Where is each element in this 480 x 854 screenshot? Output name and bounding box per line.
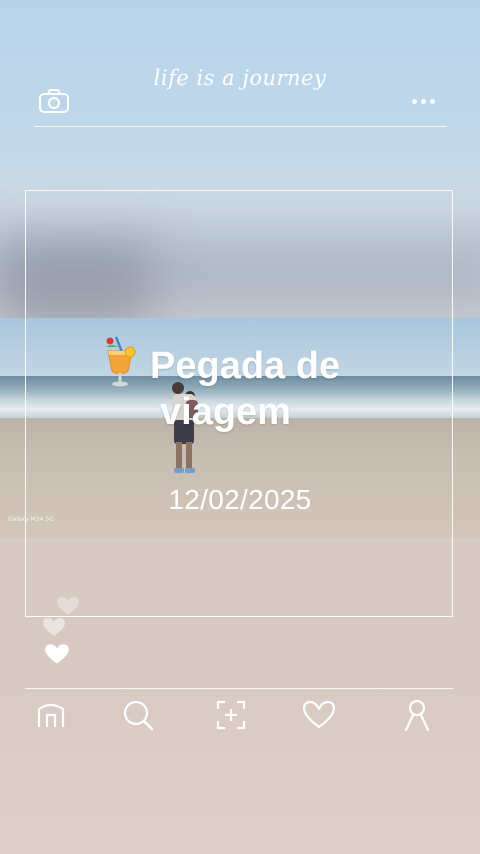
header-divider: [34, 126, 447, 127]
post-title: Pegada de viagem: [150, 343, 440, 435]
dot: [421, 98, 426, 104]
heart-icon[interactable]: [44, 643, 70, 665]
tropical-drink-icon: [106, 336, 136, 387]
home-icon: [37, 703, 65, 727]
app-title: life is a journey: [153, 66, 327, 90]
heart-icon: [57, 597, 79, 615]
post-title-line1: Pegada de: [150, 345, 341, 387]
camera-icon[interactable]: [38, 88, 70, 114]
nav-divider: [25, 688, 453, 689]
post-title-line2: viagem: [160, 391, 291, 433]
nav-search[interactable]: [121, 696, 155, 734]
post-date: 12/02/2025: [168, 484, 312, 515]
reaction-hearts[interactable]: [38, 596, 79, 666]
profile-icon: [404, 699, 430, 732]
heart-icon: [43, 618, 65, 636]
bottom-nav: [0, 696, 480, 738]
more-dots-icon[interactable]: [412, 94, 442, 108]
nav-add[interactable]: [214, 696, 248, 734]
search-icon: [123, 700, 154, 731]
nav-profile[interactable]: [400, 696, 434, 734]
heart-icon: [302, 700, 336, 729]
dot: [412, 98, 417, 104]
nav-home[interactable]: [34, 696, 68, 734]
app-header: life is a journey: [0, 0, 480, 130]
add-icon: [216, 700, 246, 730]
dot: [430, 98, 435, 104]
nav-likes[interactable]: [302, 696, 336, 734]
